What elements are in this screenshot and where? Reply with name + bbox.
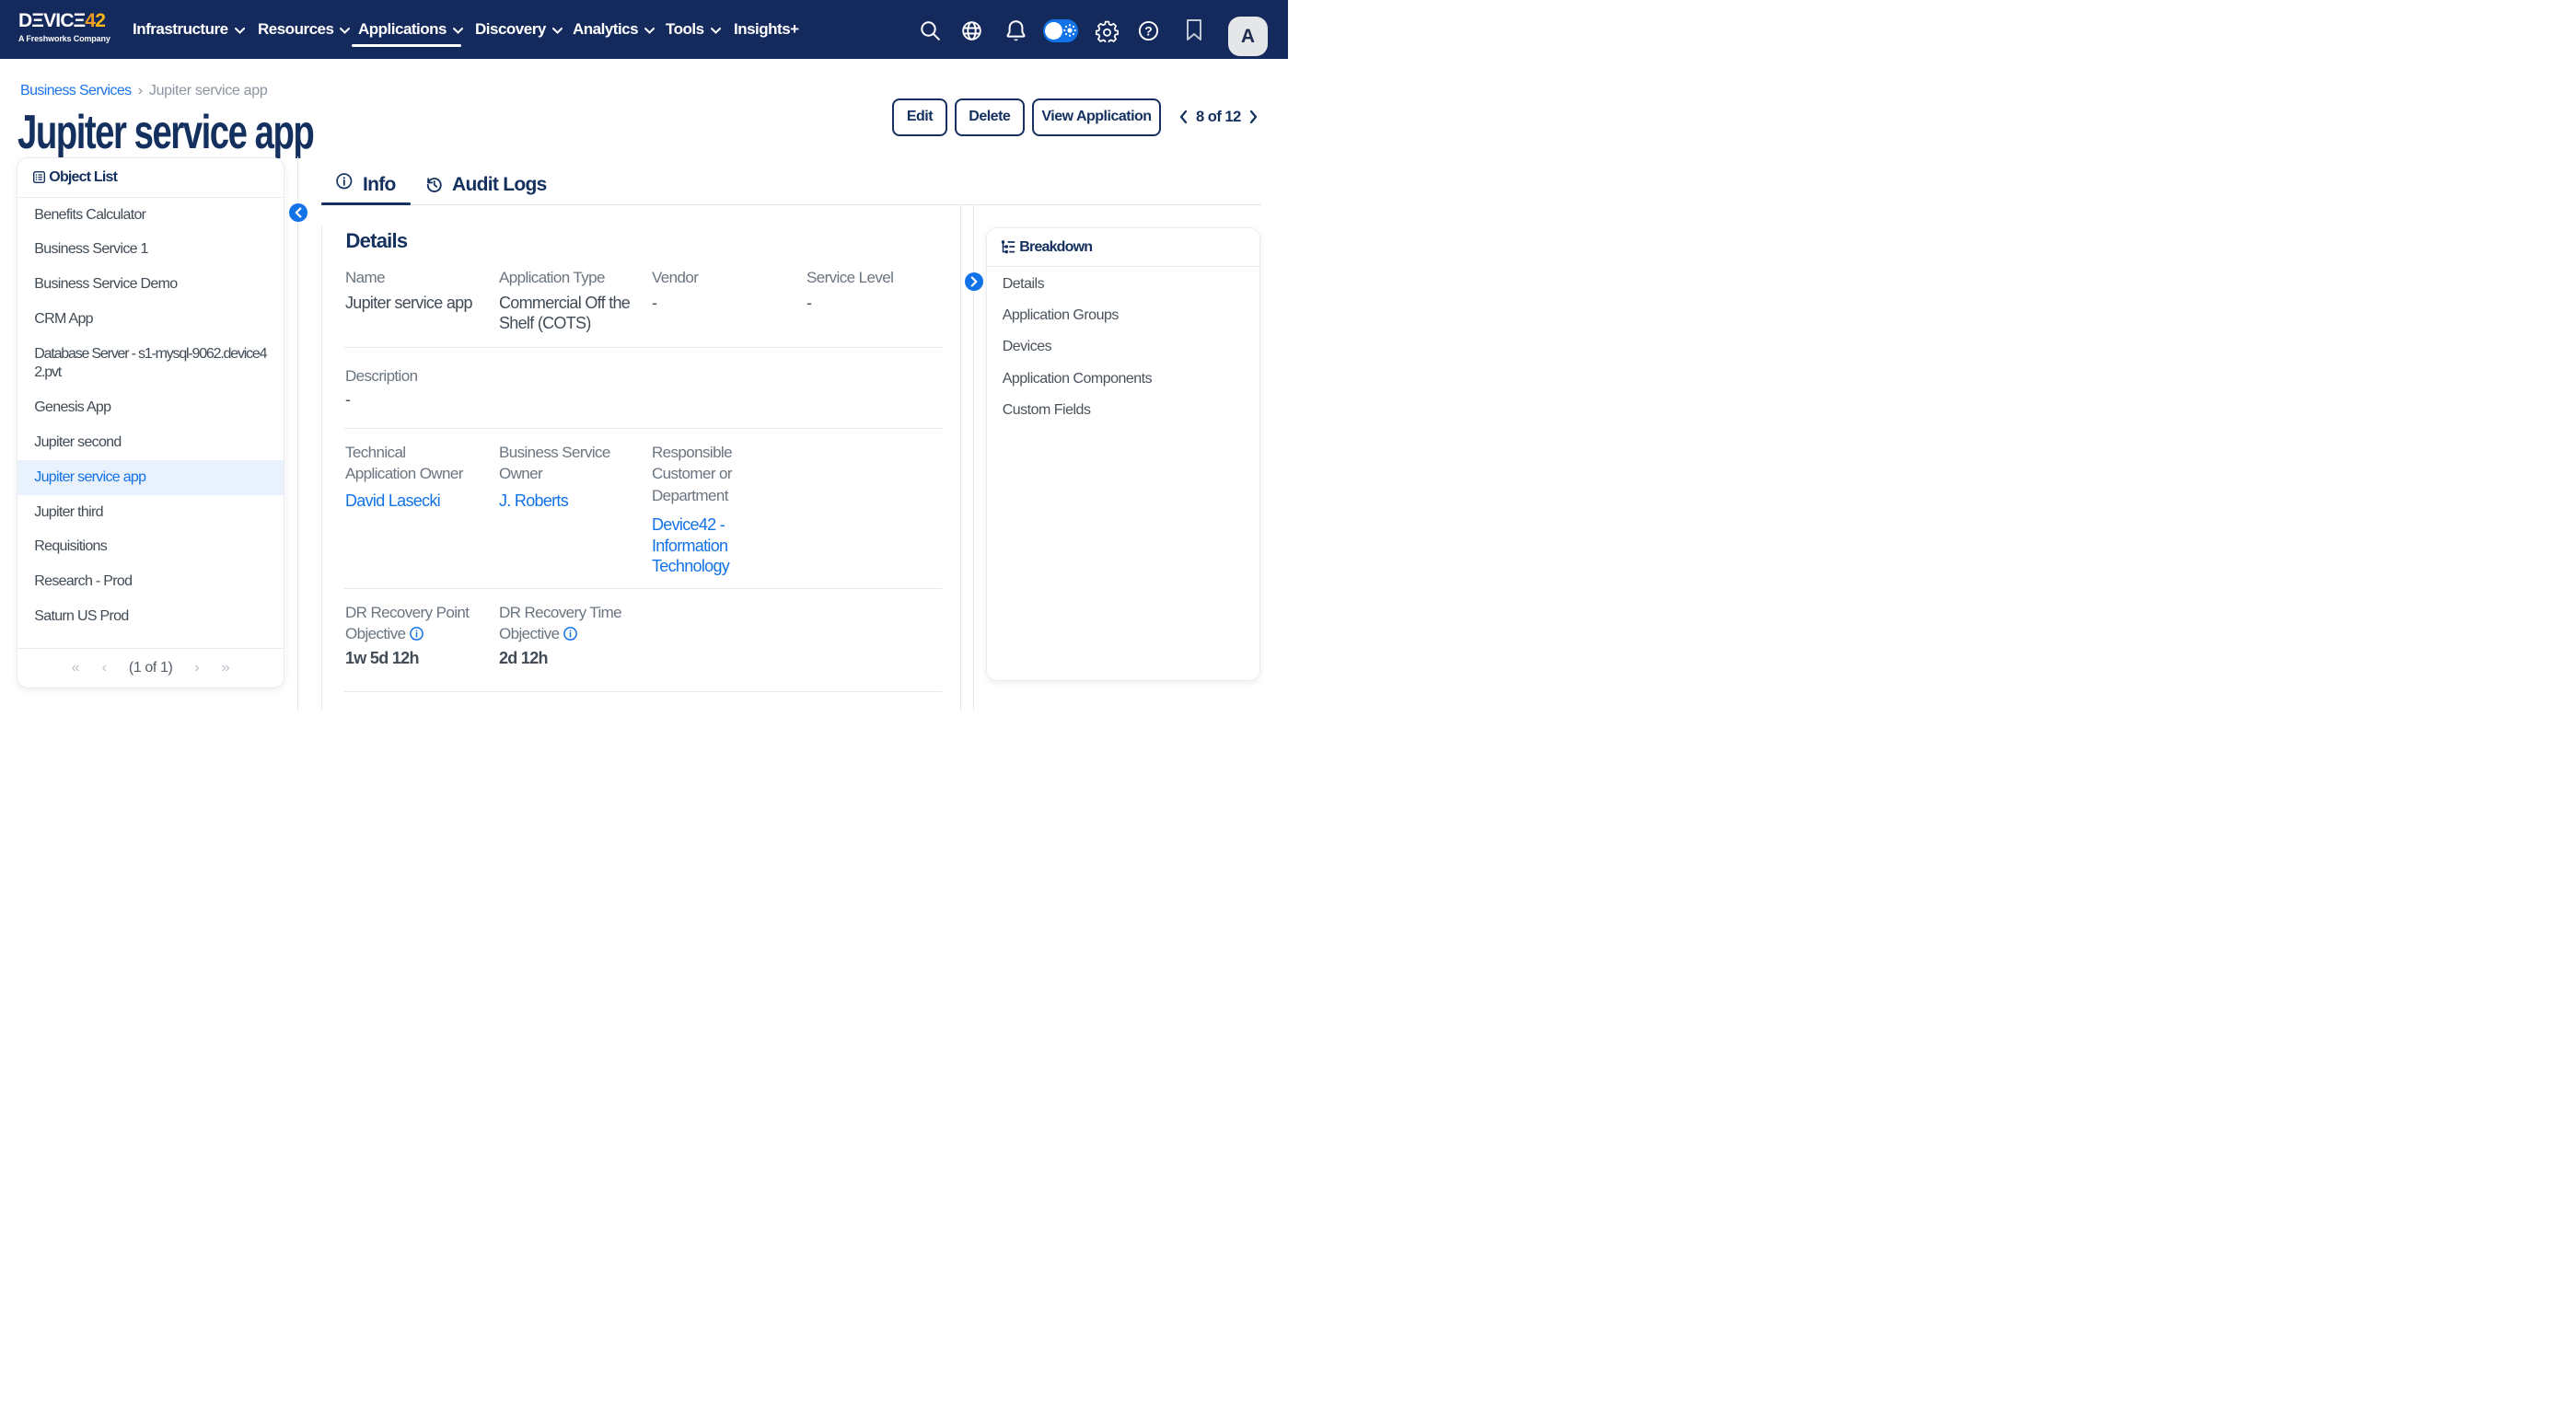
svg-text:?: ? xyxy=(1144,23,1153,38)
